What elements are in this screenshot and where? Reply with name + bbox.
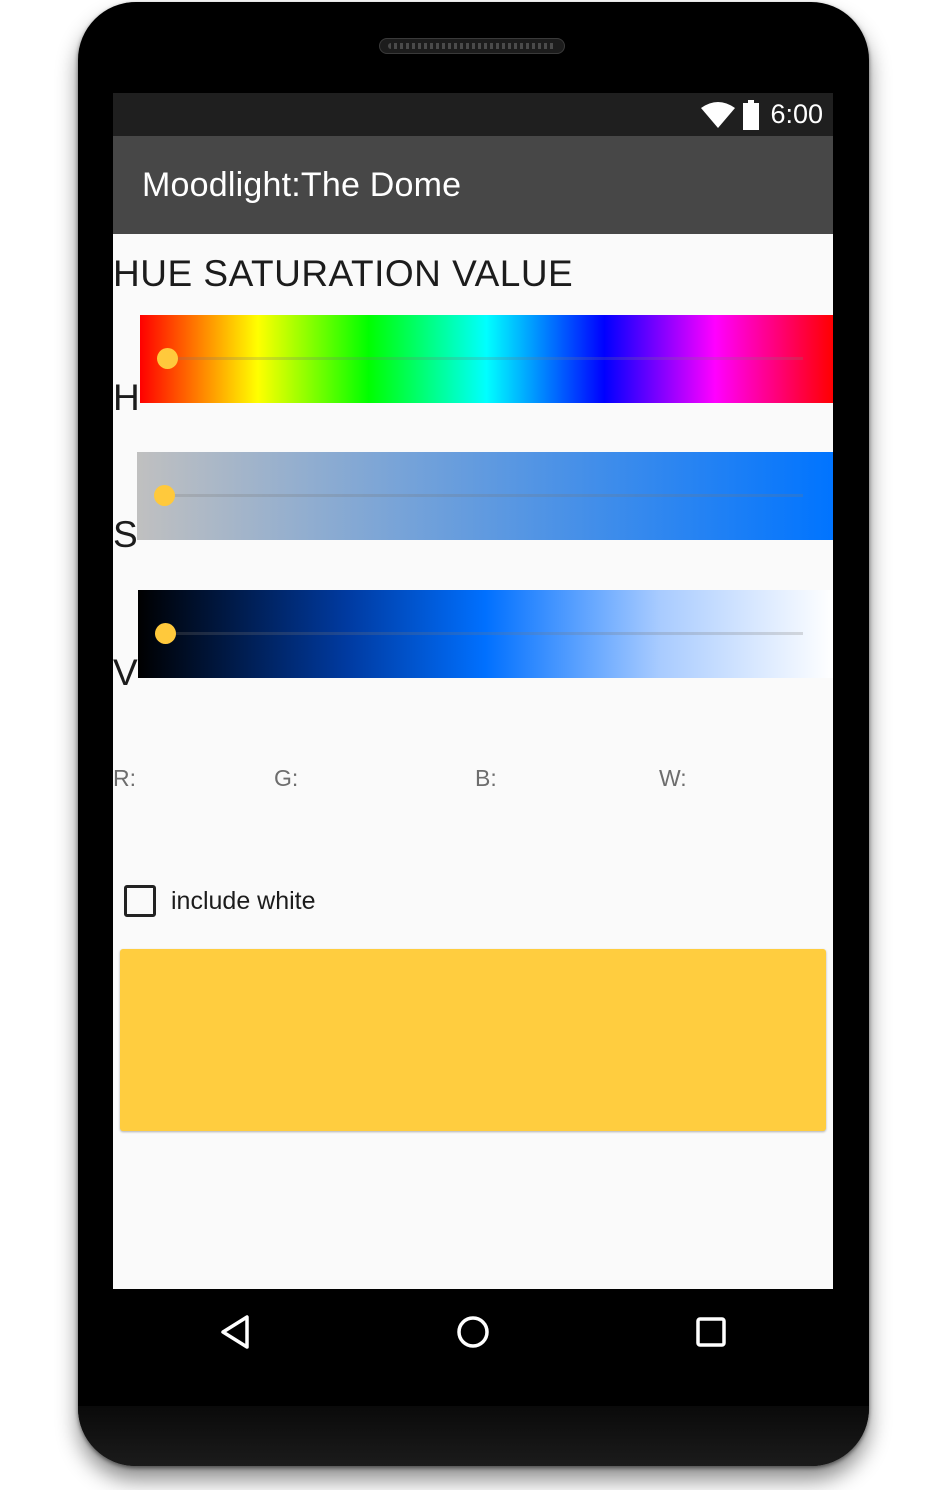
value-slider-track	[168, 632, 803, 635]
value-slider-thumb[interactable]	[155, 623, 176, 644]
back-icon	[221, 1315, 249, 1349]
hue-slider-thumb[interactable]	[157, 348, 178, 369]
r-readout: R:	[113, 765, 136, 791]
status-icons: 6:00	[700, 93, 823, 136]
include-white-row[interactable]: include white	[124, 885, 316, 917]
hue-label: H	[113, 377, 140, 418]
wifi-icon	[701, 101, 736, 128]
battery-icon	[743, 99, 760, 130]
status-bar: 6:00	[113, 93, 833, 136]
speaker-grille	[379, 38, 565, 54]
value-label: V	[113, 652, 138, 693]
back-button[interactable]	[213, 1309, 259, 1355]
g-readout: G:	[274, 765, 299, 791]
hsv-section-title: HUE SATURATION VALUE	[113, 253, 574, 294]
hue-slider[interactable]	[140, 315, 833, 403]
home-button[interactable]	[450, 1309, 496, 1355]
saturation-slider-thumb[interactable]	[154, 485, 175, 506]
recents-icon	[696, 1317, 726, 1347]
status-clock: 6:00	[770, 99, 823, 129]
color-preview	[120, 949, 826, 1131]
include-white-label: include white	[171, 886, 316, 915]
home-icon	[457, 1316, 489, 1348]
navigation-bar	[113, 1289, 833, 1373]
saturation-slider-track	[167, 494, 803, 497]
screen: 6:00 Moodlight:The Dome HUE SATURATION V…	[113, 93, 833, 1289]
w-readout: W:	[659, 765, 687, 791]
phone-chin	[78, 1406, 869, 1466]
app-title: Moodlight:The Dome	[142, 166, 462, 204]
b-readout: B:	[475, 765, 497, 791]
include-white-checkbox[interactable]	[124, 885, 156, 917]
saturation-label: S	[113, 514, 138, 555]
saturation-slider[interactable]	[137, 452, 833, 540]
recents-button[interactable]	[688, 1309, 734, 1355]
hue-slider-track	[170, 357, 803, 360]
app-bar: Moodlight:The Dome	[113, 136, 833, 234]
value-slider[interactable]	[138, 590, 833, 678]
